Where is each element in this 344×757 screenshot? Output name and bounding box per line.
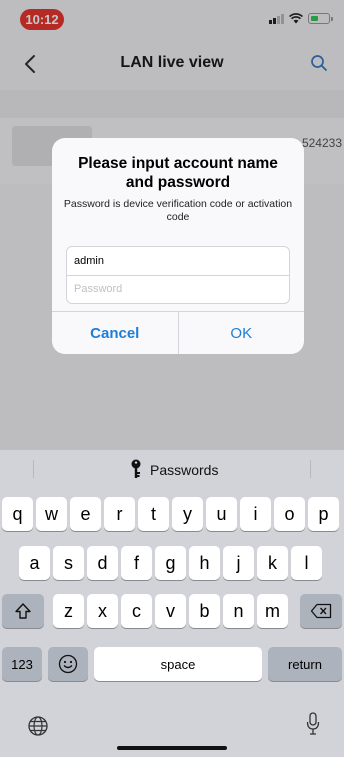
key-p[interactable]: p: [308, 497, 339, 531]
key-l[interactable]: l: [291, 546, 322, 580]
numbers-key[interactable]: 123: [2, 647, 42, 681]
password-field-row: [67, 275, 289, 303]
key-x[interactable]: x: [87, 594, 118, 628]
key-r[interactable]: r: [104, 497, 135, 531]
password-input[interactable]: [67, 275, 274, 302]
ok-button[interactable]: OK: [179, 312, 305, 354]
globe-icon[interactable]: [27, 715, 49, 737]
key-t[interactable]: t: [138, 497, 169, 531]
key-u[interactable]: u: [206, 497, 237, 531]
home-indicator: [117, 746, 227, 750]
delete-key[interactable]: [300, 594, 342, 628]
key-z[interactable]: z: [53, 594, 84, 628]
key-o[interactable]: o: [274, 497, 305, 531]
alert-message: Password is device verification code or …: [63, 198, 293, 223]
key-q[interactable]: q: [2, 497, 33, 531]
key-j[interactable]: j: [223, 546, 254, 580]
key-b[interactable]: b: [189, 594, 220, 628]
key-s[interactable]: s: [53, 546, 84, 580]
key-i[interactable]: i: [240, 497, 271, 531]
key-icon: [131, 459, 141, 478]
alert-title: Please input account name and password: [78, 155, 278, 191]
return-key[interactable]: return: [268, 647, 342, 681]
key-k[interactable]: k: [257, 546, 288, 580]
key-a[interactable]: a: [19, 546, 50, 580]
username-field-row: [67, 247, 289, 276]
key-g[interactable]: g: [155, 546, 186, 580]
key-y[interactable]: y: [172, 497, 203, 531]
emoji-key[interactable]: [48, 647, 88, 681]
key-d[interactable]: d: [87, 546, 118, 580]
passwords-suggestion[interactable]: Passwords: [150, 462, 218, 478]
keyboard-suggestion-bar: Passwords: [0, 450, 344, 490]
suggestion-divider: [33, 460, 34, 478]
key-f[interactable]: f: [121, 546, 152, 580]
username-input[interactable]: [67, 247, 274, 274]
login-alert-dialog: Please input account name and password P…: [52, 138, 304, 354]
shift-icon: [15, 603, 31, 619]
key-m[interactable]: m: [257, 594, 288, 628]
space-key[interactable]: space: [94, 647, 262, 681]
key-n[interactable]: n: [223, 594, 254, 628]
delete-icon: [310, 603, 332, 619]
keyboard: Passwords q w e r t y u i o p a s d f g …: [0, 450, 344, 757]
cancel-button[interactable]: Cancel: [52, 312, 179, 354]
credential-fields: [66, 246, 290, 304]
alert-actions: Cancel OK: [52, 311, 304, 354]
microphone-icon[interactable]: [306, 712, 320, 736]
app-screen: 10:12 LAN live view 524233 Please input …: [0, 0, 344, 757]
shift-key[interactable]: [2, 594, 44, 628]
key-v[interactable]: v: [155, 594, 186, 628]
emoji-icon: [58, 654, 78, 674]
key-h[interactable]: h: [189, 546, 220, 580]
suggestion-divider: [310, 460, 311, 478]
key-c[interactable]: c: [121, 594, 152, 628]
key-w[interactable]: w: [36, 497, 67, 531]
key-e[interactable]: e: [70, 497, 101, 531]
